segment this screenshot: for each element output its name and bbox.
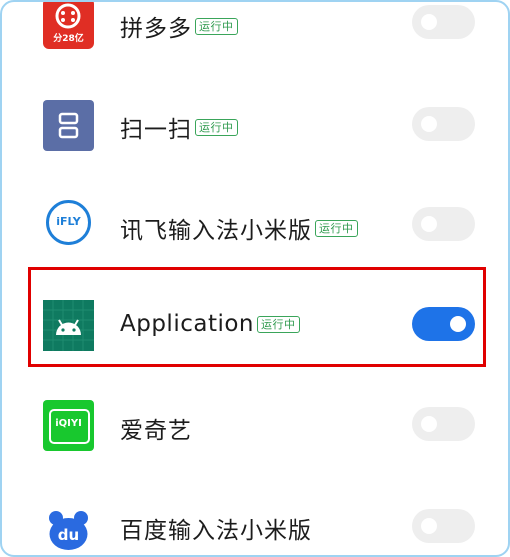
highlight-box	[28, 267, 486, 367]
baidu-input-icon: du	[43, 504, 94, 555]
running-badge: 运行中	[195, 118, 238, 136]
baidu-input-icon-caption: du	[57, 526, 80, 544]
toggle-knob	[421, 216, 437, 232]
iflytek-icon: iFLY	[43, 197, 94, 248]
list-item: iFLY 讯飞输入法小米版 运行中	[2, 174, 508, 274]
running-badge: 运行中	[315, 219, 358, 237]
scan-icon	[43, 100, 94, 151]
list-item: du 百度输入法小米版	[2, 474, 508, 555]
app-name: 爱奇艺	[120, 418, 192, 444]
toggle-knob	[421, 518, 437, 534]
iqiyi-icon: iQIYI	[43, 400, 94, 451]
app-toggle[interactable]	[412, 107, 475, 141]
pinduoduo-icon-caption: 分28亿	[53, 34, 84, 44]
toggle-knob	[421, 416, 437, 432]
list-item: 分28亿 拼多多 运行中	[2, 2, 508, 74]
app-toggle[interactable]	[412, 207, 475, 241]
app-name: 拼多多	[120, 16, 192, 42]
app-toggle[interactable]	[412, 509, 475, 543]
list-item: 扫一扫 运行中	[2, 74, 508, 174]
app-name: 扫一扫	[120, 117, 192, 143]
toggle-knob	[421, 14, 437, 30]
toggle-knob	[421, 116, 437, 132]
app-toggle[interactable]	[412, 407, 475, 441]
iflytek-icon-caption: iFLY	[56, 215, 81, 228]
app-permission-list: 分28亿 拼多多 运行中 扫一扫 运行中 iFLY 讯飞输入法小米版 运行中 A…	[0, 0, 510, 557]
list-item: iQIYI 爱奇艺	[2, 374, 508, 474]
running-badge: 运行中	[195, 17, 238, 35]
iqiyi-icon-caption: iQIYI	[55, 418, 82, 429]
app-name: 讯飞输入法小米版	[120, 218, 312, 244]
app-toggle[interactable]	[412, 5, 475, 39]
pinduoduo-icon: 分28亿	[43, 2, 94, 49]
app-name: 百度输入法小米版	[120, 518, 312, 544]
